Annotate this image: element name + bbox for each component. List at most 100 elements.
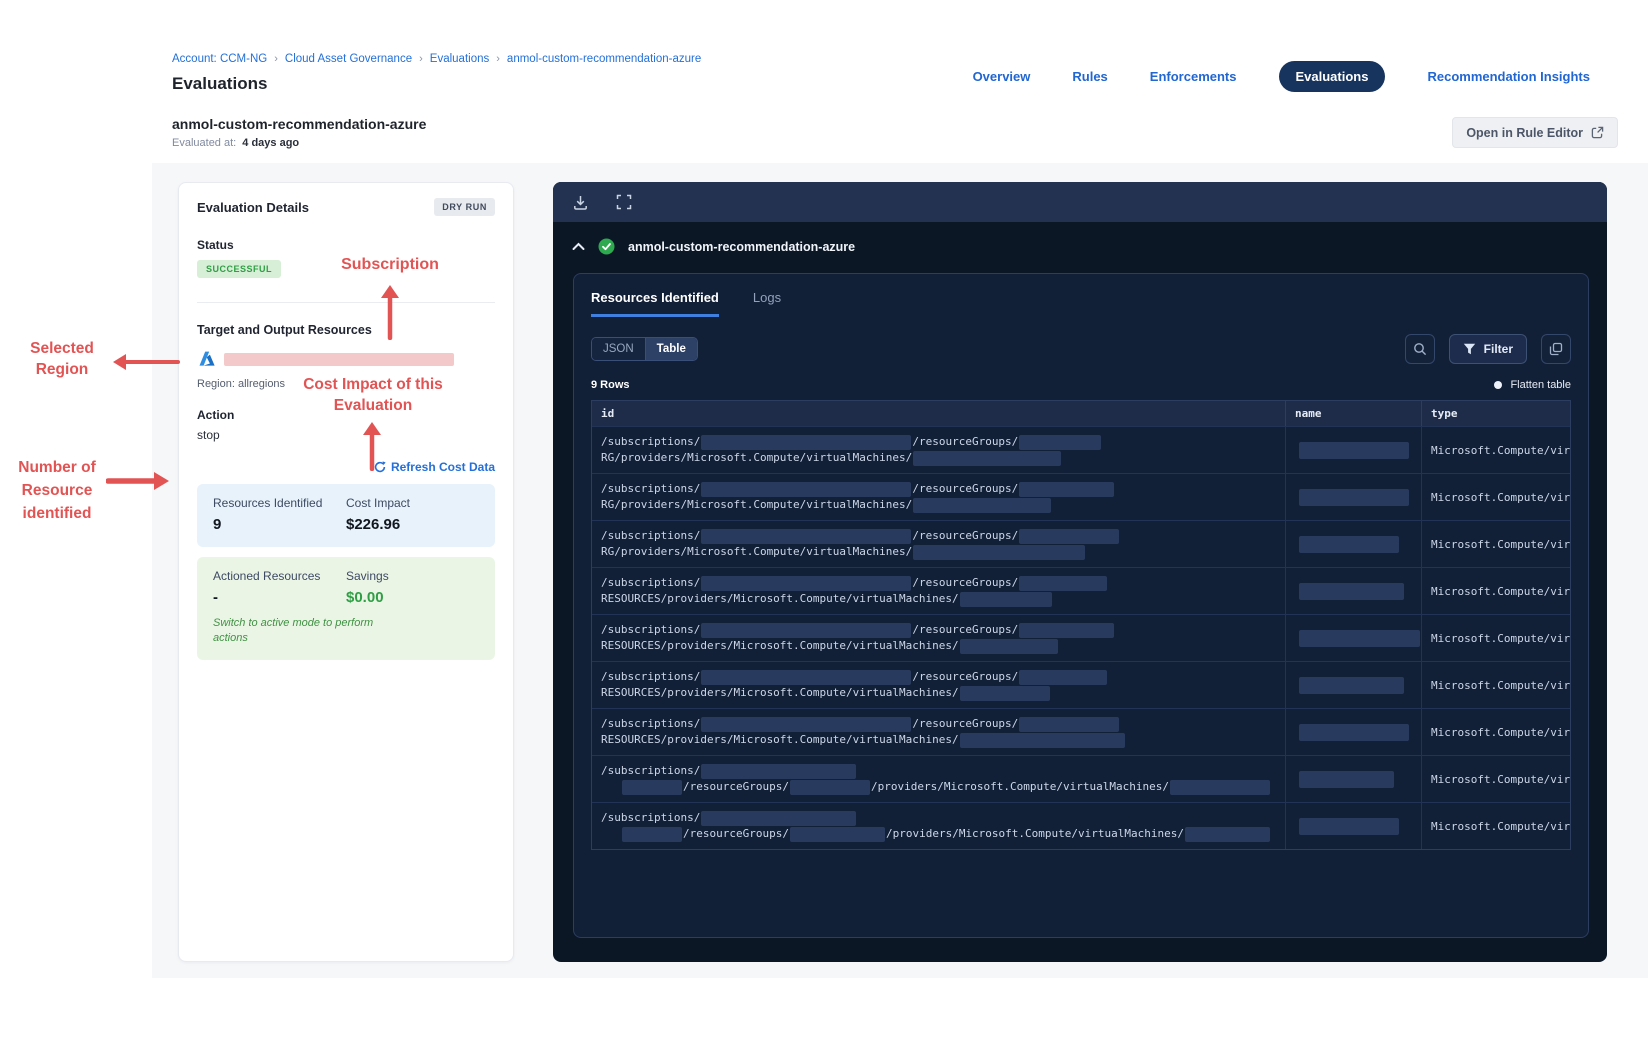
flatten-table-toggle[interactable]: Flatten table: [1494, 379, 1571, 391]
annotation-arrow-left-region: [113, 354, 180, 370]
breadcrumb-account[interactable]: Account: CCM-NG: [172, 53, 267, 65]
tab-logs[interactable]: Logs: [753, 290, 781, 317]
collapse-chevron-icon[interactable]: [572, 238, 585, 255]
copy-button[interactable]: [1541, 334, 1571, 364]
redacted-value: [701, 528, 912, 544]
savings-value: $0.00: [346, 589, 384, 606]
id-path-text: /providers/Microsoft.Compute/virtualMach…: [885, 827, 1184, 840]
redacted-value: [1019, 481, 1115, 497]
id-path-text: /subscriptions/: [601, 576, 701, 589]
redacted-value: [1299, 629, 1420, 647]
breadcrumb-governance[interactable]: Cloud Asset Governance: [285, 53, 412, 65]
breadcrumb: Account: CCM-NG › Cloud Asset Governance…: [172, 53, 701, 65]
id-path-text: /subscriptions/: [601, 482, 701, 495]
savings-panel: Actioned Resources Savings - $0.00 Switc…: [197, 557, 495, 660]
resource-name-cell: [1286, 756, 1422, 802]
table-row[interactable]: /subscriptions/ /resourceGroups/ /provider…: [592, 802, 1570, 849]
resource-type-cell: Microsoft.Compute/virtu: [1431, 725, 1570, 739]
toggle-json[interactable]: JSON: [592, 338, 645, 360]
redacted-value: [1299, 441, 1409, 459]
id-path-text: /resourceGroups/: [912, 623, 1019, 636]
id-path-text: /subscriptions/: [601, 811, 701, 824]
resource-name-cell: [1286, 427, 1422, 473]
open-rule-editor-label: Open in Rule Editor: [1466, 125, 1583, 140]
fullscreen-icon[interactable]: [616, 194, 633, 211]
open-rule-editor-button[interactable]: Open in Rule Editor: [1452, 117, 1618, 148]
results-toolbar: [553, 182, 1607, 222]
azure-icon: [197, 349, 217, 369]
redacted-value: [701, 810, 857, 826]
id-path-text: RESOURCES/providers/Microsoft.Compute/vi…: [601, 592, 959, 605]
copy-icon: [1549, 342, 1563, 356]
column-header-name[interactable]: name: [1286, 401, 1422, 426]
id-path-text: /resourceGroups/: [912, 435, 1019, 448]
table-row[interactable]: /subscriptions/ /resourceGroups/RG/provid…: [592, 473, 1570, 520]
tab-overview[interactable]: Overview: [973, 69, 1031, 84]
tab-rules[interactable]: Rules: [1072, 69, 1107, 84]
view-toggle: JSON Table: [591, 337, 698, 361]
id-path-text: /subscriptions/: [601, 623, 701, 636]
toggle-table[interactable]: Table: [644, 338, 697, 360]
table-row[interactable]: /subscriptions/ /resourceGroups/RESOURCES…: [592, 661, 1570, 708]
resource-id-cell: /subscriptions/ /resourceGroups/ /provider…: [592, 756, 1286, 802]
download-icon[interactable]: [572, 194, 589, 211]
table-row[interactable]: /subscriptions/ /resourceGroups/RESOURCES…: [592, 614, 1570, 661]
id-path-text: /resourceGroups/: [912, 482, 1019, 495]
column-header-id[interactable]: id: [592, 401, 1286, 426]
resource-name-cell: [1286, 662, 1422, 708]
filter-funnel-icon: [1463, 343, 1475, 355]
resource-type-cell: Microsoft.Compute/virtu: [1431, 678, 1570, 692]
table-row[interactable]: /subscriptions/ /resourceGroups/RESOURCES…: [592, 567, 1570, 614]
tab-enforcements[interactable]: Enforcements: [1150, 69, 1237, 84]
page-title: Evaluations: [172, 74, 268, 93]
tab-evaluations[interactable]: Evaluations: [1278, 61, 1386, 92]
breadcrumb-separator: ›: [496, 53, 500, 65]
redacted-value: [1019, 716, 1120, 732]
resource-type-cell: Microsoft.Compute/virtu: [1431, 631, 1570, 645]
redacted-value: [959, 591, 1052, 607]
redacted-value: [959, 685, 1050, 701]
cost-impact-label: Cost Impact: [346, 496, 411, 510]
table-row[interactable]: /subscriptions/ /resourceGroups/RG/provid…: [592, 520, 1570, 567]
card-divider: [197, 302, 495, 303]
id-path-text: RESOURCES/providers/Microsoft.Compute/vi…: [601, 639, 959, 652]
resource-name-cell: [1286, 474, 1422, 520]
redacted-value: [701, 622, 912, 638]
tab-resources-identified[interactable]: Resources Identified: [591, 290, 719, 317]
resources-identified-value: 9: [213, 516, 222, 533]
redacted-value: [701, 575, 912, 591]
resource-type-cell: Microsoft.Compute/virtu: [1431, 490, 1570, 504]
table-row[interactable]: /subscriptions/ /resourceGroups/ /provider…: [592, 755, 1570, 802]
refresh-cost-data-link[interactable]: Refresh Cost Data: [374, 460, 495, 474]
search-button[interactable]: [1404, 334, 1435, 364]
resource-type-cell: Microsoft.Compute/virtu: [1431, 819, 1570, 833]
id-path-text: /resourceGroups/: [912, 576, 1019, 589]
id-path-text: /resourceGroups/: [912, 529, 1019, 542]
external-link-icon: [1591, 126, 1604, 139]
table-row[interactable]: /subscriptions/ /resourceGroups/RG/provid…: [592, 426, 1570, 473]
id-path-text: /resourceGroups/: [683, 780, 789, 793]
table-row[interactable]: /subscriptions/ /resourceGroups/RESOURCES…: [592, 708, 1570, 755]
annotation-resource-count: Number of Resource identified: [18, 459, 96, 522]
redacted-value: [959, 638, 1058, 654]
redacted-value: [913, 450, 1062, 466]
results-table-body: /subscriptions/ /resourceGroups/RG/provid…: [592, 426, 1570, 849]
redacted-value: [1019, 528, 1120, 544]
resources-identified-label: Resources Identified: [213, 496, 323, 510]
target-resources-label: Target and Output Resources: [197, 323, 372, 337]
refresh-cost-data-label: Refresh Cost Data: [390, 460, 495, 474]
redacted-value: [1019, 622, 1115, 638]
redacted-value: [1299, 817, 1399, 835]
breadcrumb-run-name[interactable]: anmol-custom-recommendation-azure: [507, 53, 701, 65]
breadcrumb-separator: ›: [274, 53, 278, 65]
tab-recommendation-insights[interactable]: Recommendation Insights: [1427, 69, 1590, 84]
breadcrumb-evaluations[interactable]: Evaluations: [430, 53, 489, 65]
filter-button[interactable]: Filter: [1448, 334, 1527, 364]
id-path-text: /resourceGroups/: [912, 717, 1019, 730]
redacted-value: [1299, 488, 1409, 506]
column-header-type[interactable]: type: [1422, 401, 1570, 426]
annotation-arrow-right-count: [106, 472, 169, 490]
annotation-subscription: Subscription: [341, 256, 439, 273]
id-path-text: /subscriptions/: [601, 717, 701, 730]
redacted-value: [1019, 669, 1108, 685]
